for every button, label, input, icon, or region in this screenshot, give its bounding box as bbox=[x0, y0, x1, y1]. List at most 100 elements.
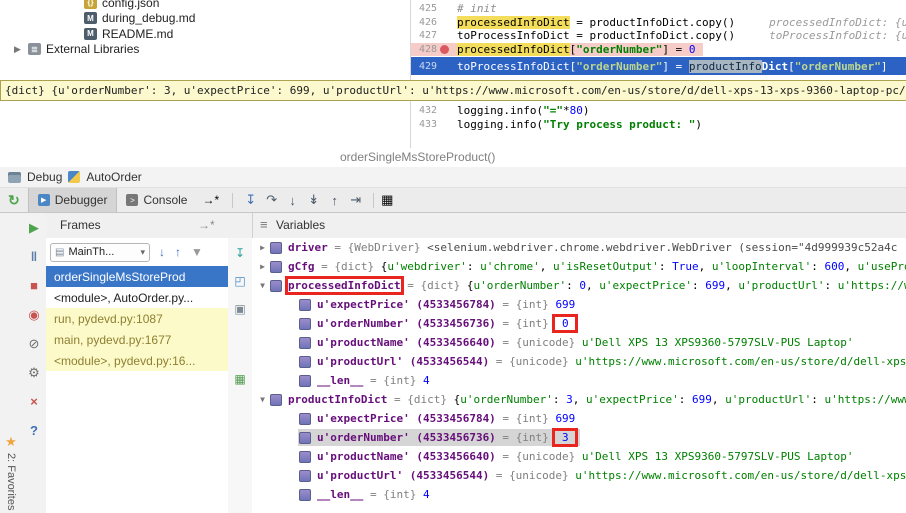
force-step-into-icon[interactable]: ↡ bbox=[303, 192, 324, 208]
editor-line-425[interactable]: 425 # init bbox=[411, 2, 906, 16]
text-segment: 699 bbox=[555, 412, 576, 425]
pin-icon[interactable]: →* bbox=[202, 193, 219, 207]
rerun-icon[interactable]: ↻ bbox=[8, 192, 20, 209]
close-icon[interactable]: × bbox=[22, 395, 46, 409]
text-segment: Dict bbox=[761, 59, 789, 73]
collapse-icon[interactable]: ▼ bbox=[256, 395, 269, 404]
tab-label: Debugger bbox=[54, 193, 108, 207]
text-segment: { bbox=[453, 393, 461, 406]
variable-row[interactable]: u'productUrl' (4533456544) = {unicode} u… bbox=[252, 466, 906, 485]
variable-row[interactable]: u'expectPrice' (4533456784) = {int} 699 bbox=[252, 295, 906, 314]
frame-row[interactable]: <module>, pydevd.py:16... bbox=[46, 350, 228, 371]
editor-line-428[interactable]: 428 processedInfoDict["orderNumber"] = 0 bbox=[411, 42, 704, 56]
prev-frame-icon[interactable]: ↑ bbox=[175, 245, 181, 259]
collapse-icon[interactable]: ▼ bbox=[256, 281, 269, 290]
tree-item-external-libraries[interactable]: ▶ External Libraries bbox=[0, 42, 410, 58]
editor-line-432[interactable]: 432 logging.info("="*80) bbox=[411, 104, 906, 118]
tree-item-during-debug-md[interactable]: during_debug.md bbox=[0, 11, 410, 27]
editor-line-426[interactable]: 426 processedInfoDict = productInfoDict.c… bbox=[411, 15, 906, 30]
variable-row[interactable]: __len__ = {int} 4 bbox=[252, 371, 906, 390]
breakpoint-icon[interactable] bbox=[437, 45, 451, 54]
next-frame-icon[interactable]: ↓ bbox=[159, 245, 165, 259]
tree-item-config-json[interactable]: config.json bbox=[0, 0, 410, 11]
show-execution-point-icon[interactable]: ↧ bbox=[240, 192, 261, 208]
code-editor[interactable]: 425 # init 426 processedInfoDict = productI… bbox=[411, 0, 906, 148]
restore-frame-icon[interactable]: ↧ bbox=[228, 246, 252, 260]
frame-row[interactable]: orderSingleMsStoreProd bbox=[46, 266, 228, 287]
copy-value-icon[interactable]: ▣ bbox=[228, 302, 252, 316]
step-into-icon[interactable]: ↓ bbox=[282, 193, 303, 208]
line-number[interactable]: 432 bbox=[411, 105, 437, 116]
line-number[interactable]: 425 bbox=[411, 3, 437, 14]
text-segment: u'loopInterval' bbox=[711, 260, 812, 273]
line-number[interactable]: 427 bbox=[411, 30, 437, 41]
variable-row[interactable]: ▶ gCfg = {dict} {u'webdriver': u'chrome',… bbox=[252, 257, 906, 276]
tab-console[interactable]: Console bbox=[117, 188, 196, 212]
frame-row[interactable]: main, pydevd.py:1677 bbox=[46, 329, 228, 350]
line-number[interactable]: 429 bbox=[411, 61, 437, 72]
tree-item-readme-md[interactable]: README.md bbox=[0, 26, 410, 42]
mute-breakpoints-icon[interactable]: ⊘ bbox=[22, 337, 46, 351]
settings-icon[interactable]: ⚙ bbox=[22, 366, 46, 380]
variable-row[interactable]: u'productUrl' (4533456544) = {unicode} u… bbox=[252, 352, 906, 371]
restore-layout-icon[interactable]: →* bbox=[198, 218, 215, 232]
variable-row[interactable]: __len__ = {int} 4 bbox=[252, 485, 906, 504]
favorites-toolwindow-button[interactable]: ★ 2: Favorites bbox=[0, 434, 22, 510]
editor-line-427[interactable]: 427 toProcessInfoDict = productInfoDict.c… bbox=[411, 29, 906, 43]
code-text: processedInfoDict["orderNumber"] = 0 bbox=[451, 42, 695, 56]
variables-panel: ▶ driver = {WebDriver} <selenium.webdrive… bbox=[252, 238, 906, 513]
tree-expander-icon[interactable]: ▶ bbox=[14, 44, 26, 55]
tab-debugger[interactable]: Debugger bbox=[27, 188, 118, 212]
debug-window-label: Debug bbox=[27, 170, 63, 184]
variable-row[interactable]: u'productName' (4533456640) = {unicode} … bbox=[252, 333, 906, 352]
step-over-icon[interactable]: ↷ bbox=[261, 192, 282, 208]
text-segment: u'productUrl' (4533456544) bbox=[317, 355, 490, 368]
variable-row[interactable]: u'orderNumber' (4533456736) = {int} 3 bbox=[252, 428, 906, 447]
line-number[interactable]: 433 bbox=[411, 119, 437, 130]
thread-selector-dropdown[interactable]: ▤ MainTh... ▾ bbox=[50, 242, 150, 262]
stop-icon[interactable]: ■ bbox=[22, 279, 46, 293]
variables-tree: ▶ driver = {WebDriver} <selenium.webdrive… bbox=[252, 238, 906, 504]
pause-icon[interactable]: ‖ bbox=[22, 250, 46, 264]
variable-row[interactable]: ▶ driver = {WebDriver} <selenium.webdrive… bbox=[252, 238, 906, 257]
breadcrumb-function[interactable]: orderSingleMsStoreProduct() bbox=[340, 150, 495, 164]
resume-icon[interactable]: ▶ bbox=[22, 221, 46, 235]
variable-row[interactable]: u'productName' (4533456640) = {unicode} … bbox=[252, 447, 906, 466]
variable-row[interactable]: ▼ processedInfoDict = {dict} {u'orderNumb… bbox=[252, 276, 906, 295]
text-segment: , bbox=[698, 260, 712, 273]
frame-row[interactable]: <module>, AutoOrder.py... bbox=[46, 287, 228, 308]
expand-icon[interactable]: ▶ bbox=[256, 262, 269, 271]
text-segment: , bbox=[844, 260, 858, 273]
variable-row[interactable]: ▼ productInfoDict = {dict} {u'orderNumber… bbox=[252, 390, 906, 409]
debug-panels-header: Frames →* ≡ Variables bbox=[46, 213, 906, 239]
view-breakpoints-icon[interactable]: ◉ bbox=[22, 308, 46, 322]
text-segment: {WebDriver} bbox=[347, 241, 428, 254]
table-view-icon[interactable]: ▦ bbox=[228, 372, 252, 386]
frames-toolbar-icons: ↓ ↑ ▼ bbox=[159, 245, 203, 259]
variable-row-content: u'productUrl' (4533456544) = {unicode} u… bbox=[298, 353, 906, 370]
line-number[interactable]: 428 bbox=[411, 44, 437, 55]
line-number[interactable]: 426 bbox=[411, 17, 437, 28]
text-segment: {int} bbox=[383, 374, 423, 387]
frame-row[interactable]: run, pydevd.py:1087 bbox=[46, 308, 228, 329]
variable-row-content: ▼ processedInfoDict = {dict} {u'orderNumb… bbox=[256, 276, 906, 295]
variable-row[interactable]: u'orderNumber' (4533456736) = {int} 0 bbox=[252, 314, 906, 333]
editor-line-433[interactable]: 433 logging.info("Try process product: ") bbox=[411, 118, 906, 132]
variable-row[interactable]: u'expectPrice' (4533456784) = {int} 699 bbox=[252, 409, 906, 428]
run-to-cursor-icon[interactable]: ⇥ bbox=[345, 192, 366, 208]
text-segment: 4 bbox=[422, 374, 430, 387]
variable-icon bbox=[299, 374, 311, 387]
text-segment: u'orderNumber' bbox=[460, 393, 553, 406]
menu-icon[interactable]: ≡ bbox=[260, 217, 268, 232]
evaluate-expression-icon[interactable]: ▦ bbox=[381, 192, 393, 208]
step-out-icon[interactable]: ↑ bbox=[324, 193, 345, 208]
threads-view-icon[interactable]: ◰ bbox=[228, 274, 252, 288]
expand-icon[interactable]: ▶ bbox=[256, 243, 269, 252]
help-icon[interactable]: ? bbox=[22, 424, 46, 438]
text-segment: True bbox=[672, 260, 699, 273]
text-segment: 0 bbox=[552, 314, 579, 333]
editor-line-429[interactable]: 429 toProcessInfoDict["orderNumber"] = pr… bbox=[411, 57, 906, 75]
hide-library-frames-icon[interactable]: ▼ bbox=[191, 245, 203, 259]
variable-icon bbox=[299, 469, 311, 482]
debug-toolwindow-header: Debug AutoOrder bbox=[0, 167, 906, 188]
